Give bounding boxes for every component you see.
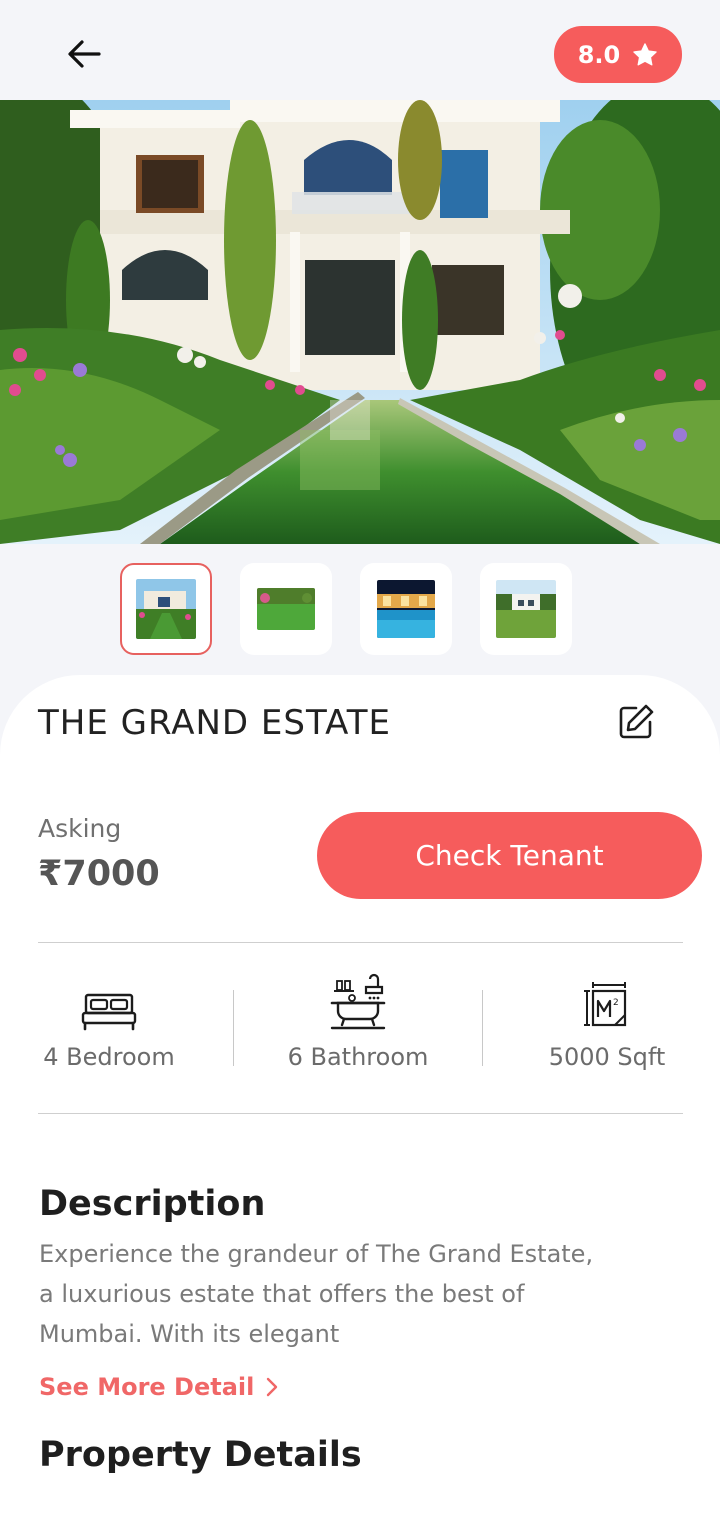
star-icon	[633, 42, 657, 66]
feature-label: 4 Bedroom	[43, 1043, 175, 1071]
villa-garden-pool-photo	[0, 100, 720, 544]
feature-area: 2 5000 Sqft	[517, 975, 697, 1071]
area-icon: 2	[584, 982, 627, 1027]
thumbnail-3[interactable]	[360, 563, 452, 655]
property-title: THE GRAND ESTATE	[38, 703, 391, 743]
divider	[38, 942, 683, 943]
feature-bathroom: 6 Bathroom	[268, 973, 448, 1071]
feature-separator	[482, 990, 483, 1066]
bed-icon	[81, 993, 137, 1031]
see-more-link[interactable]: See More Detail	[39, 1373, 278, 1401]
see-more-label: See More Detail	[39, 1373, 255, 1401]
arrow-left-icon	[68, 40, 101, 68]
feature-separator	[233, 990, 234, 1066]
feature-bedroom: 4 Bedroom	[19, 975, 199, 1071]
thumbnail-4[interactable]	[480, 563, 572, 655]
thumbnail-2[interactable]	[240, 563, 332, 655]
check-tenant-button[interactable]: Check Tenant	[317, 812, 702, 899]
lawn-garden-thumb	[257, 588, 315, 630]
edit-button[interactable]	[612, 698, 660, 746]
property-details-heading: Property Details	[39, 1435, 362, 1475]
feature-label: 6 Bathroom	[287, 1043, 429, 1071]
house-lawn-thumb	[496, 580, 556, 638]
divider	[38, 1113, 683, 1114]
night-pool-thumb	[377, 580, 435, 638]
asking-price: ₹7000	[38, 854, 160, 894]
top-bar: 8.0	[0, 0, 720, 100]
description-text: Experience the grandeur of The Grand Est…	[39, 1240, 594, 1348]
asking-label: Asking	[38, 814, 122, 843]
rating-badge[interactable]: 8.0	[554, 26, 682, 83]
property-main-image[interactable]	[0, 100, 720, 544]
edit-icon	[619, 704, 654, 739]
thumbnail-1[interactable]	[120, 563, 212, 655]
chevron-right-icon	[267, 1377, 278, 1397]
villa-garden-pool-thumb	[136, 579, 196, 639]
back-button[interactable]	[58, 30, 110, 78]
svg-text:2: 2	[613, 998, 619, 1008]
rating-value: 8.0	[577, 40, 621, 69]
feature-label: 5000 Sqft	[548, 1043, 666, 1071]
thumbnail-strip	[0, 563, 720, 655]
bathtub-icon	[330, 973, 386, 1030]
description-heading: Description	[39, 1184, 266, 1224]
